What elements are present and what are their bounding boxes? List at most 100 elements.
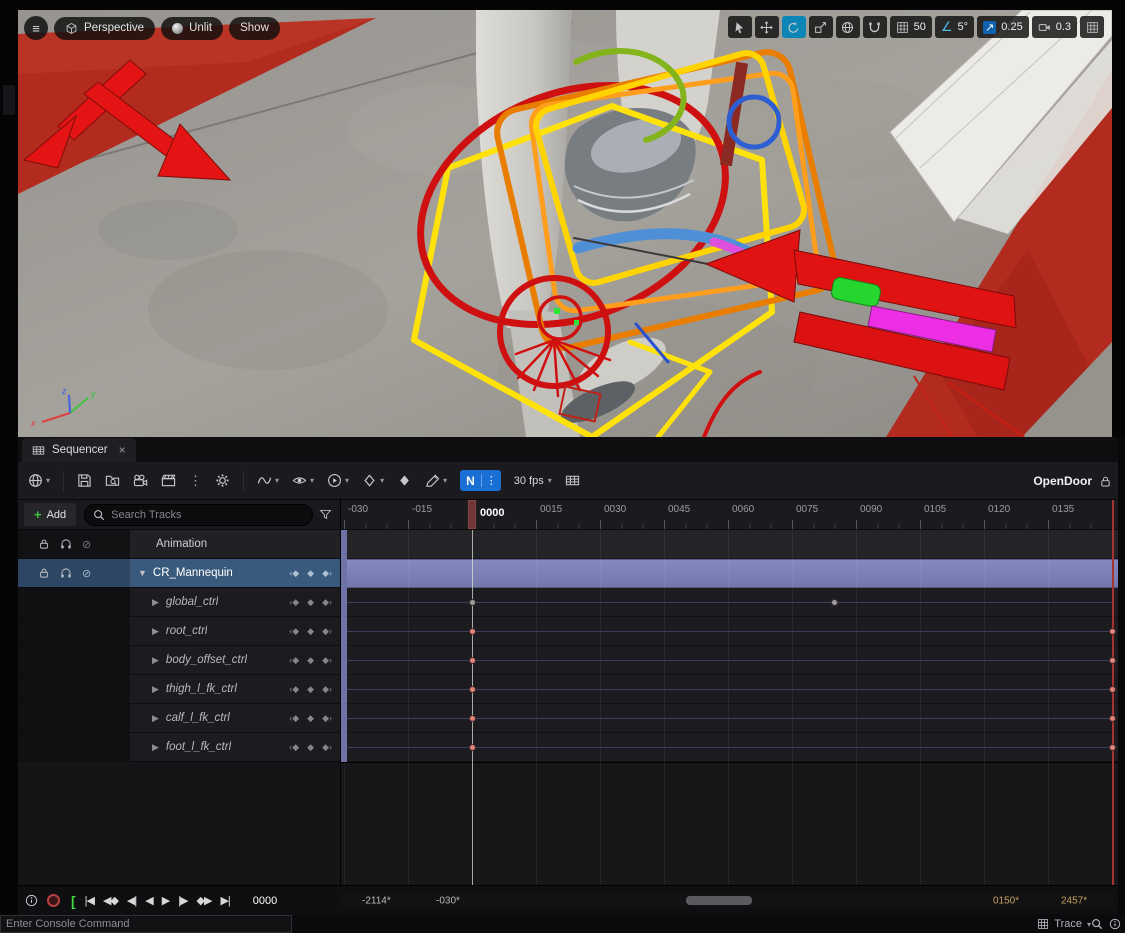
viewport-scene[interactable]	[18, 10, 1112, 437]
level-viewport[interactable]: ≡ Perspective Unlit Show 50 ∠ 5° ↗ 0.25 …	[18, 10, 1112, 437]
scale-snap-control[interactable]: ↗ 0.25	[977, 16, 1029, 38]
move-tool-button[interactable]	[754, 16, 779, 38]
track-label[interactable]: CR_Mannequin	[153, 567, 233, 579]
surface-snap-button[interactable]	[862, 16, 887, 38]
collapsed-panel-tab[interactable]	[3, 85, 15, 115]
snap-toggle-button[interactable]: N ⋮	[460, 470, 501, 491]
viewport-layout-button[interactable]	[1080, 16, 1104, 38]
perspective-button[interactable]: Perspective	[54, 16, 156, 40]
track-label[interactable]: body_offset_ctrl	[166, 654, 247, 666]
track-row-cr-mannequin[interactable]: ⊘ ▼ CR_Mannequin + ‹◆◆◆›	[18, 559, 363, 588]
filter-icon[interactable]	[319, 508, 332, 521]
grid-snap-control[interactable]: 50	[889, 16, 932, 38]
mute-icon[interactable]: ⊘	[82, 538, 91, 551]
track-row-global-ctrl[interactable]: ▶ global_ctrl ‹◆ ◆ ◆›	[18, 588, 340, 617]
playback-options-button[interactable]: ▾	[327, 473, 349, 488]
curve-editor-button[interactable]: ▾	[257, 473, 279, 488]
timeline-row-root-ctrl[interactable]	[341, 617, 1118, 646]
snap-options-icon[interactable]: ⋮	[480, 474, 501, 487]
track-label[interactable]: thigh_l_fk_ctrl	[166, 683, 237, 695]
more-options-icon[interactable]: ⋮	[189, 473, 202, 489]
camera-speed-control[interactable]: 0.3	[1031, 16, 1077, 38]
go-to-front-button[interactable]: |◀	[85, 894, 95, 907]
track-label[interactable]: calf_l_fk_ctrl	[166, 712, 230, 724]
play-reverse-button[interactable]: ◀	[145, 894, 154, 907]
timeline-row-global-ctrl[interactable]	[341, 588, 1118, 617]
lock-icon[interactable]	[38, 538, 50, 550]
timeline-row-cr-mannequin[interactable]	[341, 559, 1118, 588]
expand-icon[interactable]: ▶	[152, 597, 159, 608]
track-row-calf-l-fk-ctrl[interactable]: ▶ calf_l_fk_ctrl ‹◆ ◆ ◆›	[18, 704, 340, 733]
lock-icon[interactable]	[38, 567, 50, 579]
save-button[interactable]	[77, 473, 92, 488]
add-track-button[interactable]: + Add	[24, 503, 77, 526]
edit-options-button[interactable]: ▾	[425, 473, 447, 488]
working-range-end[interactable]: 2457*	[1061, 895, 1087, 906]
timeline-ruler[interactable]: 0000 -030 -015 0015 0030 0045 0060 0075 0090 010…	[341, 500, 1118, 530]
show-button[interactable]: Show	[229, 16, 280, 40]
view-range-start[interactable]: -030*	[436, 895, 460, 906]
thumbnail-button[interactable]	[565, 473, 580, 488]
track-label[interactable]: foot_l_fk_ctrl	[166, 741, 231, 753]
browse-button[interactable]	[105, 473, 120, 488]
select-tool-button[interactable]	[727, 16, 752, 38]
play-button[interactable]: ▶	[162, 894, 171, 907]
mute-icon[interactable]: ⊘	[82, 567, 91, 580]
keyframe-nav[interactable]: ‹◆ ◆ ◆›	[289, 559, 332, 587]
console-command-input[interactable]	[0, 915, 292, 933]
tab-sequencer[interactable]: Sequencer ×	[22, 438, 136, 462]
track-row-body-offset-ctrl[interactable]: ▶ body_offset_ctrl ‹◆ ◆ ◆›	[18, 646, 340, 675]
track-row-thigh-l-fk-ctrl[interactable]: ▶ thigh_l_fk_ctrl ‹◆ ◆ ◆›	[18, 675, 340, 704]
keyframe-nav[interactable]: ‹◆ ◆ ◆›	[289, 704, 332, 732]
timeline-row-thigh-l-fk-ctrl[interactable]	[341, 675, 1118, 704]
track-row-animation[interactable]: ⊘ Animation +	[18, 530, 363, 559]
sequencer-actions-button[interactable]	[215, 473, 230, 488]
keyframe-nav[interactable]: ‹◆ ◆ ◆›	[289, 675, 332, 703]
timeline-row-calf-l-fk-ctrl[interactable]	[341, 704, 1118, 733]
trace-dropdown[interactable]: Trace ▾	[1037, 915, 1091, 933]
keyframe-nav[interactable]: ‹◆ ◆ ◆›	[289, 588, 332, 616]
playhead[interactable]	[468, 500, 476, 529]
next-key-button[interactable]: ◆▶	[197, 894, 213, 907]
previous-key-button[interactable]: ◀◆	[103, 894, 119, 907]
keyframe-nav[interactable]: ‹◆ ◆ ◆›	[289, 646, 332, 674]
expand-icon[interactable]: ▶	[152, 684, 159, 695]
viewport-menu-button[interactable]: ≡	[24, 16, 48, 40]
timeline-row-foot-l-fk-ctrl[interactable]	[341, 733, 1118, 762]
view-options-button[interactable]: ▾	[292, 473, 314, 488]
track-row-foot-l-fk-ctrl[interactable]: ▶ foot_l_fk_ctrl ‹◆ ◆ ◆›	[18, 733, 340, 762]
solo-headphones-icon[interactable]	[60, 567, 72, 579]
lock-sequence-button[interactable]	[1099, 462, 1112, 500]
keyframe-nav[interactable]: ‹◆ ◆ ◆›	[289, 617, 332, 645]
track-row-root-ctrl[interactable]: ▶ root_ctrl ‹◆ ◆ ◆›	[18, 617, 340, 646]
working-range-start[interactable]: -2114*	[362, 895, 391, 906]
auto-key-button[interactable]	[397, 473, 412, 488]
render-movie-button[interactable]	[161, 473, 176, 488]
search-tracks-field[interactable]	[84, 503, 313, 526]
rotate-tool-button[interactable]	[781, 16, 806, 38]
sequence-name[interactable]: OpenDoor	[1033, 462, 1092, 500]
range-end-line[interactable]	[1112, 500, 1114, 885]
sequence-picker-button[interactable]: ▾	[28, 473, 50, 488]
keyframe-options-button[interactable]: ▾	[362, 473, 384, 488]
view-range-end[interactable]: 0150*	[993, 895, 1019, 906]
coordinate-system-button[interactable]	[835, 16, 860, 38]
record-button[interactable]	[47, 894, 60, 907]
create-camera-button[interactable]	[133, 473, 148, 488]
rotation-snap-control[interactable]: ∠ 5°	[934, 16, 975, 38]
scrollbar-thumb[interactable]	[686, 896, 752, 905]
step-forward-button[interactable]: |▶	[178, 894, 188, 907]
expand-icon[interactable]: ▶	[152, 655, 159, 666]
expand-icon[interactable]: ▶	[152, 626, 159, 637]
go-to-end-button[interactable]: ▶|	[220, 894, 230, 907]
timeline-row-animation[interactable]	[341, 530, 1118, 559]
info-icon[interactable]	[25, 894, 38, 907]
solo-headphones-icon[interactable]	[60, 538, 72, 550]
track-label[interactable]: Animation	[156, 538, 207, 550]
close-icon[interactable]: ×	[119, 443, 126, 457]
expand-icon[interactable]: ▶	[152, 713, 159, 724]
keyframe-nav[interactable]: ‹◆ ◆ ◆›	[289, 733, 332, 761]
search-icon[interactable]	[1091, 918, 1103, 930]
scale-tool-button[interactable]	[808, 16, 833, 38]
playhead-line[interactable]	[471, 530, 473, 885]
